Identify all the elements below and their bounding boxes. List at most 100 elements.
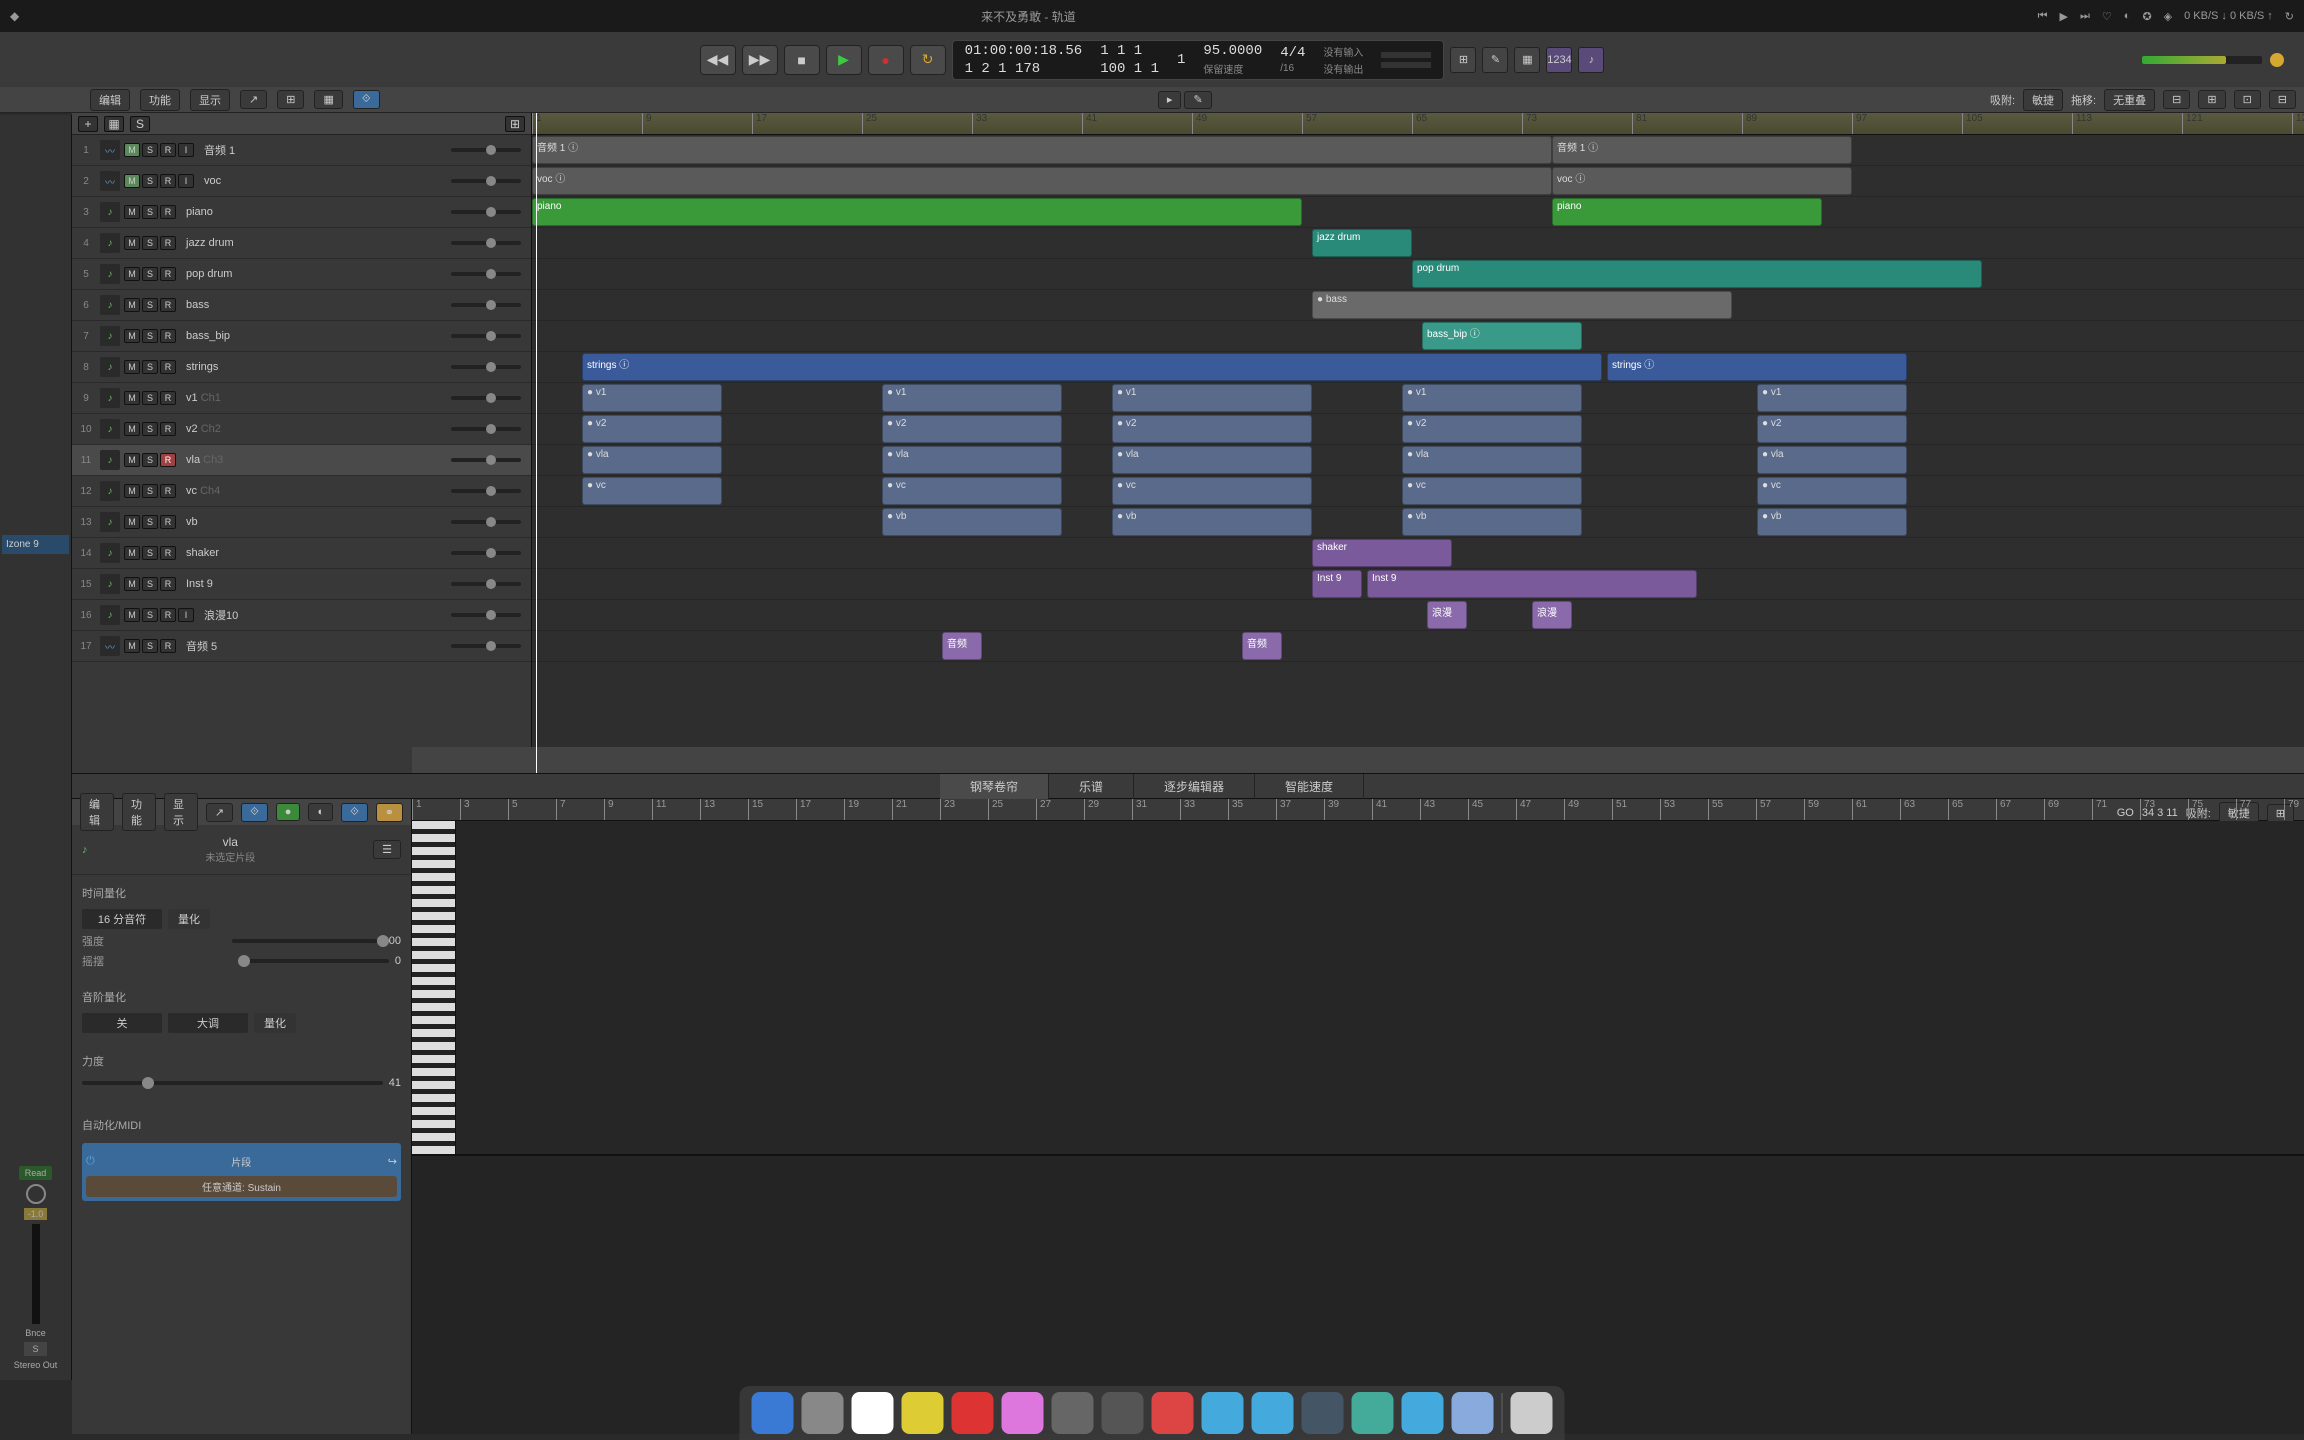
region-row[interactable]: strings ⓘstrings ⓘ [532, 352, 2304, 383]
solo-button[interactable]: S [142, 515, 158, 529]
mute-button[interactable]: M [124, 577, 140, 591]
region[interactable]: ● v1 [582, 384, 722, 412]
dock-settings-icon[interactable] [1052, 1392, 1094, 1434]
mute-button[interactable]: M [124, 143, 140, 157]
region[interactable]: ● vb [1402, 508, 1582, 536]
quant-value-select[interactable]: 16 分音符 [82, 909, 162, 929]
region[interactable]: pop drum [1412, 260, 1982, 288]
rec-enable-button[interactable]: R [160, 577, 176, 591]
region[interactable]: ● v1 [1112, 384, 1312, 412]
region-row[interactable]: ● vb● vb● vb● vb [532, 507, 2304, 538]
track-type-icon[interactable]: ♪ [100, 388, 120, 408]
solo-button[interactable]: S [142, 391, 158, 405]
track-type-icon[interactable]: ♪ [100, 574, 120, 594]
rec-enable-button[interactable]: R [160, 174, 176, 188]
plugin-slot[interactable]: Izone 9 [2, 535, 69, 554]
track-volume-slider[interactable] [451, 613, 521, 617]
region[interactable]: ● v2 [1402, 415, 1582, 443]
duplicate-track-button[interactable]: ▦ [104, 116, 124, 132]
track-name[interactable]: shaker [180, 547, 447, 559]
mute-button[interactable]: M [124, 205, 140, 219]
track-row[interactable]: 9 ♪ M S R v1 Ch1 [72, 383, 531, 414]
track-row[interactable]: 8 ♪ M S R strings [72, 352, 531, 383]
track-volume-slider[interactable] [451, 365, 521, 369]
region[interactable]: piano [532, 198, 1302, 226]
track-type-icon[interactable]: 〰 [100, 171, 120, 191]
zoom-v-icon[interactable]: ⊟ [2269, 90, 2296, 109]
region[interactable]: 浪漫 [1427, 601, 1467, 629]
region-row[interactable]: pop drum [532, 259, 2304, 290]
track-name[interactable]: v1 Ch1 [180, 392, 447, 404]
track-name[interactable]: vc Ch4 [180, 485, 447, 497]
rec-enable-button[interactable]: R [160, 267, 176, 281]
track-type-icon[interactable]: ♪ [100, 481, 120, 501]
track-name[interactable]: bass [180, 299, 447, 311]
editor-chain-icon[interactable]: ⚭ [376, 803, 403, 822]
solo-button[interactable]: S [142, 143, 158, 157]
track-type-icon[interactable]: ♪ [100, 202, 120, 222]
track-type-icon[interactable]: ♪ [100, 264, 120, 284]
editor-midi-in-icon[interactable]: ● [276, 803, 301, 821]
track-type-icon[interactable]: ♪ [100, 512, 120, 532]
tab-step[interactable]: 逐步编辑器 [1134, 774, 1255, 799]
region[interactable]: ● v2 [1757, 415, 1907, 443]
track-volume-slider[interactable] [451, 148, 521, 152]
master-button[interactable]: 1234 [1546, 47, 1572, 73]
forward-button[interactable]: ▶▶ [742, 45, 778, 75]
solo-button[interactable]: S [142, 298, 158, 312]
pan-knob[interactable] [26, 1184, 46, 1204]
track-type-icon[interactable]: ♪ [100, 605, 120, 625]
dock-chrome-icon[interactable] [852, 1392, 894, 1434]
catch-toggle[interactable]: ▦ [314, 90, 342, 109]
auto-channel-select[interactable]: 任意通道: Sustain [86, 1176, 397, 1197]
solo-button[interactable]: S [142, 422, 158, 436]
record-button[interactable]: ● [868, 45, 904, 75]
dock-app3-icon[interactable] [1202, 1392, 1244, 1434]
region-row[interactable]: jazz drum [532, 228, 2304, 259]
track-volume-slider[interactable] [451, 427, 521, 431]
track-name[interactable]: voc [198, 175, 447, 187]
track-type-icon[interactable]: ♪ [100, 419, 120, 439]
mute-button[interactable]: M [124, 546, 140, 560]
track-row[interactable]: 13 ♪ M S R vb [72, 507, 531, 538]
solo-button[interactable]: S [142, 329, 158, 343]
scale-off-select[interactable]: 关 [82, 1013, 162, 1033]
playhead[interactable] [536, 113, 537, 773]
region[interactable]: voc ⓘ [1552, 167, 1852, 195]
region-row[interactable]: 浪漫浪漫 [532, 600, 2304, 631]
track-row[interactable]: 14 ♪ M S R shaker [72, 538, 531, 569]
solo-button[interactable]: S [142, 577, 158, 591]
rec-enable-button[interactable]: R [160, 546, 176, 560]
dock-app6-icon[interactable] [1352, 1392, 1394, 1434]
region[interactable]: ● vb [882, 508, 1062, 536]
dock-app7-icon[interactable] [1452, 1392, 1494, 1434]
solo-button[interactable]: S [142, 267, 158, 281]
play-button[interactable]: ▶ [826, 45, 862, 75]
zoom-h-in-icon[interactable]: ⊞ [2198, 90, 2225, 109]
track-row[interactable]: 3 ♪ M S R piano [72, 197, 531, 228]
editor-collapse-icon[interactable]: ⟐ [341, 803, 368, 822]
tab-smart-tempo[interactable]: 智能速度 [1255, 774, 1364, 799]
mute-button[interactable]: M [124, 267, 140, 281]
rec-enable-button[interactable]: R [160, 143, 176, 157]
auto-region-select[interactable]: 片段 [99, 1151, 384, 1172]
region[interactable]: ● vc [1112, 477, 1312, 505]
editor-list-icon[interactable]: ☰ [373, 840, 401, 859]
track-name[interactable]: vb [180, 516, 447, 528]
track-row[interactable]: 17 〰 M S R 音频 5 [72, 631, 531, 662]
scale-quant-button[interactable]: 量化 [254, 1013, 296, 1033]
region-row[interactable]: ● v1● v1● v1● v1● v1 [532, 383, 2304, 414]
dock-safari-icon[interactable] [1402, 1392, 1444, 1434]
region-row[interactable]: voc ⓘvoc ⓘ [532, 166, 2304, 197]
mute-button[interactable]: M [124, 360, 140, 374]
master-vol-knob[interactable] [2270, 53, 2284, 67]
region[interactable]: ● vla [582, 446, 722, 474]
solo-label[interactable]: S [24, 1342, 46, 1356]
region[interactable]: ● vc [1402, 477, 1582, 505]
track-row[interactable]: 11 ♪ M S R vla Ch3 [72, 445, 531, 476]
rec-enable-button[interactable]: R [160, 515, 176, 529]
rec-enable-button[interactable]: R [160, 639, 176, 653]
dock-trash-icon[interactable] [1511, 1392, 1553, 1434]
rewind-button[interactable]: ◀◀ [700, 45, 736, 75]
wechat-icon[interactable]: ✪ [2142, 10, 2151, 23]
